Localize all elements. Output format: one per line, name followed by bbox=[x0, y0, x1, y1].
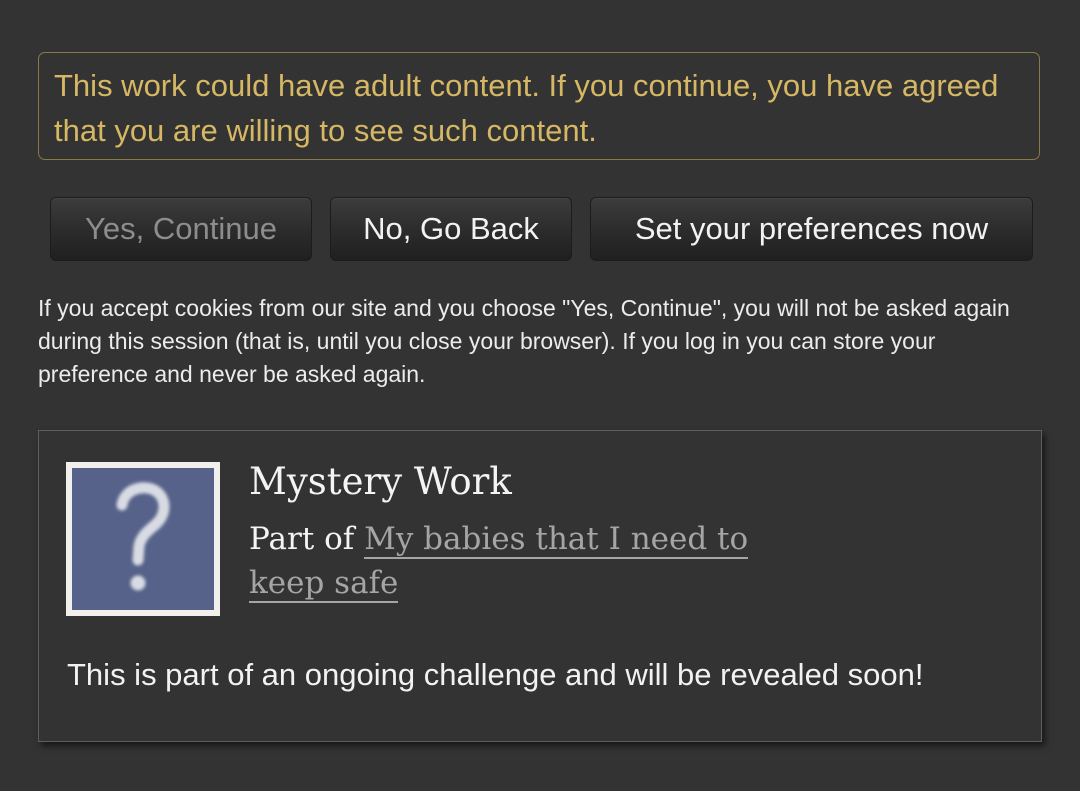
question-mark-icon bbox=[72, 468, 214, 610]
adult-content-notice-text: This work could have adult content. If y… bbox=[54, 68, 999, 148]
series-info: Part of My babies that I need to keep sa… bbox=[249, 517, 809, 605]
cookie-notice-text: If you accept cookies from our site and … bbox=[38, 295, 1010, 387]
work-summary: This is part of an ongoing challenge and… bbox=[67, 657, 924, 692]
work-title: Mystery Work bbox=[249, 460, 512, 503]
no-go-back-button[interactable]: No, Go Back bbox=[330, 197, 572, 261]
cookie-notice: If you accept cookies from our site and … bbox=[38, 292, 1048, 391]
set-preferences-button[interactable]: Set your preferences now bbox=[590, 197, 1033, 261]
series-prefix: Part of bbox=[249, 521, 355, 557]
mystery-work-cover bbox=[66, 462, 220, 616]
work-card: Mystery Work Part of My babies that I ne… bbox=[38, 430, 1042, 742]
adult-content-notice: This work could have adult content. If y… bbox=[38, 52, 1040, 160]
adult-content-warning-page: This work could have adult content. If y… bbox=[0, 0, 1080, 791]
yes-continue-button[interactable]: Yes, Continue bbox=[50, 197, 312, 261]
